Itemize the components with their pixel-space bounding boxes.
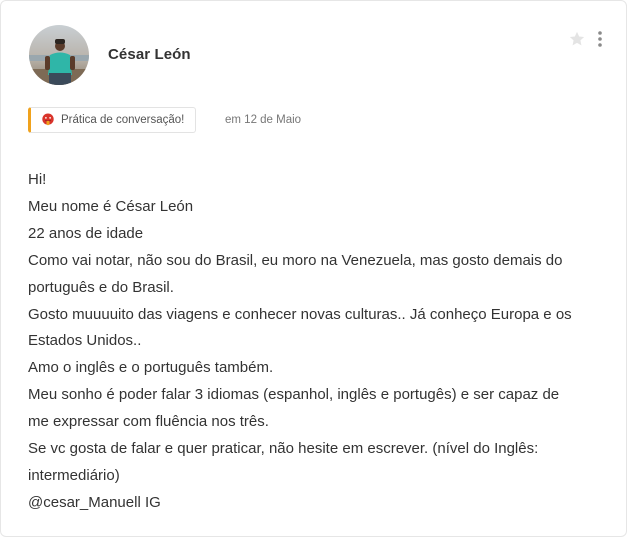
post-card: César León Prática de conversação! em 12…	[0, 0, 627, 537]
category-tag[interactable]: Prática de conversação!	[28, 107, 197, 133]
user-photo	[29, 25, 89, 85]
tag-label: Prática de conversação!	[61, 114, 185, 126]
body-line: intermediário)	[28, 466, 120, 484]
body-line: Hi!	[28, 171, 47, 188]
author-name[interactable]: César León	[108, 46, 191, 63]
body-line: Estados Unidos..	[28, 332, 142, 350]
avatar[interactable]	[29, 25, 89, 85]
star-icon[interactable]	[568, 30, 586, 48]
body-line: me expressar com fluência nos três.	[28, 413, 269, 431]
body-line: 22 anos de idade	[28, 224, 144, 242]
body-line: Amo o inglês e o português também.	[28, 359, 274, 377]
tongue-face-icon	[42, 113, 54, 126]
body-line: Como vai notar, não sou do Brasil, eu mo…	[28, 251, 563, 269]
post-body: Hi! Meu nome é César León 22 anos de ida…	[28, 167, 598, 517]
vertical-ellipsis-icon[interactable]	[595, 30, 605, 48]
body-line: Meu nome é César León	[28, 197, 194, 215]
social-handle: @cesar_Manuell IG	[28, 493, 161, 511]
body-line: Gosto muuuuito das viagens e conhecer no…	[28, 305, 572, 323]
body-line: Meu sonho é poder falar 3 idiomas (espan…	[28, 386, 560, 404]
post-date: em 12 de Maio	[225, 114, 302, 126]
body-line: Se vc gosta de falar e quer praticar, nã…	[28, 440, 539, 458]
body-line: português e do Brasil.	[28, 278, 174, 296]
